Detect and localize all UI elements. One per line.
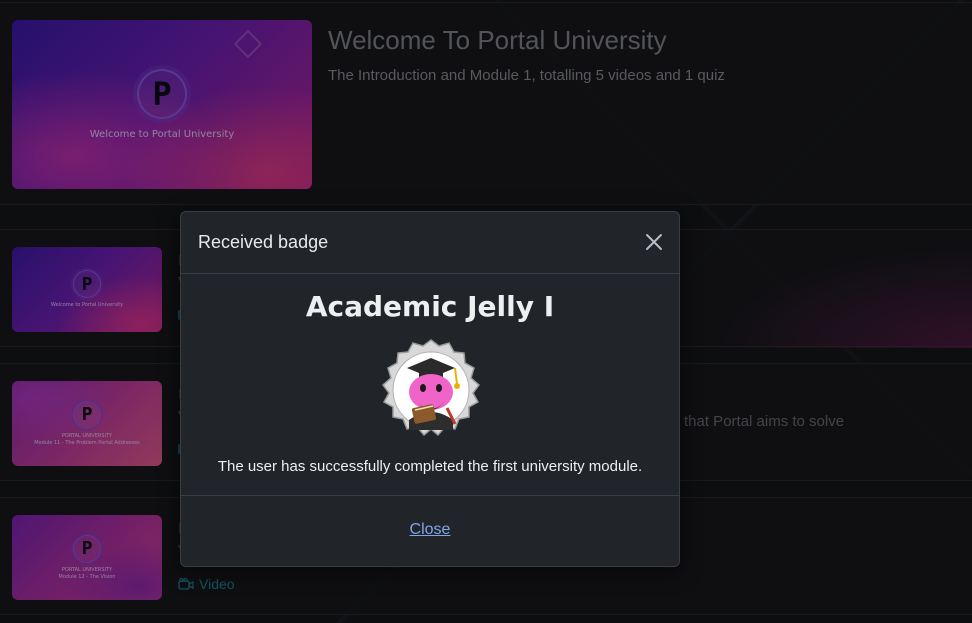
modal-header: Received badge: [181, 212, 679, 274]
course-page: P Welcome to Portal University Welcome T…: [0, 0, 972, 623]
modal-body: Academic Jelly I The user has successful…: [181, 274, 679, 496]
close-button[interactable]: Close: [181, 521, 679, 539]
academic-jelly-badge-icon: [381, 339, 481, 437]
modal-footer: Close: [181, 495, 679, 566]
close-icon[interactable]: [643, 231, 665, 253]
badge-name: Academic Jelly I: [305, 290, 555, 323]
modal-title: Received badge: [198, 232, 329, 252]
received-badge-modal: Received badge Academic Jelly I The user…: [180, 211, 680, 567]
badge-description: The user has successfully completed the …: [217, 458, 643, 475]
